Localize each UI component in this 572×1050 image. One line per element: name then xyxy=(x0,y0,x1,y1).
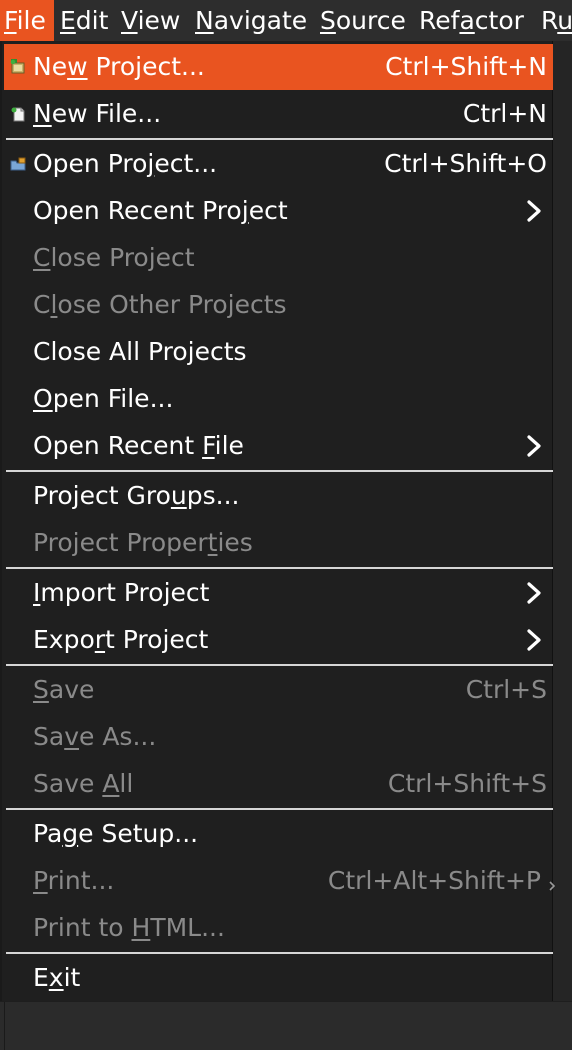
menu-item-label: Page Setup... xyxy=(33,819,199,848)
mnemonic-char: N xyxy=(33,99,52,128)
mnemonic-char: E xyxy=(60,6,76,35)
menu-item-export-project[interactable]: Export Project xyxy=(4,617,553,663)
menu-item-save-as: Save As... xyxy=(4,714,553,760)
menu-item-label: Import Project xyxy=(33,578,210,607)
open-project-icon xyxy=(10,156,27,173)
menu-item-label: Export Project xyxy=(33,625,209,654)
menu-item-label: Exit xyxy=(33,963,81,992)
menu-item-open-file[interactable]: Open File... xyxy=(4,376,553,422)
submenu-arrow-icon xyxy=(523,628,545,652)
truncated-arrow-icon xyxy=(549,876,556,891)
menu-separator xyxy=(6,470,553,472)
menu-item-open-project[interactable]: Open Project... Ctrl+Shift+O xyxy=(4,141,553,187)
menu-separator xyxy=(6,664,553,666)
mnemonic-char: w xyxy=(67,52,88,81)
menu-item-open-recent-project[interactable]: Open Recent Project xyxy=(4,188,553,234)
menu-item-project-properties: Project Properties xyxy=(4,520,553,566)
mnemonic-char: C xyxy=(33,243,51,272)
menu-navigate[interactable]: Navigate xyxy=(195,0,319,41)
menu-item-save: Save Ctrl+S xyxy=(4,667,553,713)
submenu-arrow-icon xyxy=(523,581,545,605)
menu-view[interactable]: View xyxy=(121,0,193,41)
mnemonic-char: N xyxy=(195,6,214,35)
mnemonic-char: I xyxy=(33,578,41,607)
menu-item-label: Project Properties xyxy=(33,528,253,557)
menu-separator xyxy=(6,952,553,954)
editor-area xyxy=(0,1001,572,1050)
mnemonic-char: A xyxy=(102,769,120,798)
menu-item-print-to-html: Print to HTML... xyxy=(4,905,553,951)
mnemonic-char: l xyxy=(50,290,58,319)
menu-item-label: Print... xyxy=(33,866,115,895)
menu-item-label: Open Recent File xyxy=(33,431,244,460)
mnemonic-char: a xyxy=(459,6,475,35)
menu-file[interactable]: File xyxy=(0,0,54,41)
menu-item-exit[interactable]: Exit xyxy=(4,955,553,1001)
menu-item-label: Close All Projects xyxy=(33,337,247,366)
menu-ru[interactable]: Ru xyxy=(541,0,572,41)
menu-item-page-setup[interactable]: Page Setup... xyxy=(4,811,553,857)
menu-bar: File Edit View Navigate Source Refactor Ru xyxy=(0,0,572,41)
menu-item-close-all-projects[interactable]: Close All Projects xyxy=(4,329,553,375)
menu-item-open-recent-file[interactable]: Open Recent File xyxy=(4,423,553,469)
menu-source[interactable]: Source xyxy=(320,0,417,41)
menu-item-project-groups[interactable]: Project Groups... xyxy=(4,473,553,519)
mnemonic-char: u xyxy=(170,481,187,510)
menu-separator xyxy=(6,808,553,810)
menu-item-label: Save All xyxy=(33,769,134,798)
new-project-icon xyxy=(10,59,27,76)
menu-item-label: Save xyxy=(33,675,95,704)
mnemonic-char: x xyxy=(48,963,64,992)
file-menu-dropdown: New Project... Ctrl+Shift+N New File... Ctr… xyxy=(0,41,556,1001)
new-file-icon xyxy=(10,106,27,123)
menu-item-label: New Project... xyxy=(33,52,205,81)
window-background xyxy=(553,41,572,1049)
menu-separator xyxy=(6,138,553,140)
menu-item-label: Project Groups... xyxy=(33,481,240,510)
menu-item-close-other-projects: Close Other Projects xyxy=(4,282,553,328)
mnemonic-char: F xyxy=(202,431,215,460)
shortcut-text: Ctrl+N xyxy=(462,99,547,128)
mnemonic-char: S xyxy=(320,6,336,35)
menu-item-new-project[interactable]: New Project... Ctrl+Shift+N xyxy=(4,44,553,90)
mnemonic-char: g xyxy=(62,819,79,848)
mnemonic-char: j xyxy=(147,149,155,178)
menu-item-import-project[interactable]: Import Project xyxy=(4,570,553,616)
menu-refactor[interactable]: Refactor xyxy=(419,0,537,41)
submenu-arrow-icon xyxy=(523,434,545,458)
mnemonic-char: v xyxy=(64,722,79,751)
menu-separator xyxy=(6,567,553,569)
mnemonic-char: r xyxy=(94,625,106,654)
shortcut-text: Ctrl+Shift+S xyxy=(387,769,547,798)
menu-item-new-file[interactable]: New File... Ctrl+N xyxy=(4,91,553,137)
menu-item-label: Close Other Projects xyxy=(33,290,287,319)
menu-item-label: Save As... xyxy=(33,722,157,751)
menu-edit[interactable]: Edit xyxy=(60,0,120,41)
mnemonic-char: j xyxy=(241,196,249,225)
mnemonic-char: u xyxy=(557,6,572,35)
mnemonic-char: t xyxy=(207,528,218,557)
mnemonic-char: F xyxy=(4,6,17,35)
mnemonic-char: S xyxy=(33,675,49,704)
menu-item-label: Print to HTML... xyxy=(33,913,225,942)
menu-item-label: Open Recent Project xyxy=(33,196,288,225)
menu-item-label: Open Project... xyxy=(33,149,218,178)
menu-item-close-project: Close Project xyxy=(4,235,553,281)
shortcut-text: Ctrl+Shift+N xyxy=(385,52,547,81)
shortcut-text: Ctrl+Shift+O xyxy=(384,149,547,178)
menu-item-label: Close Project xyxy=(33,243,195,272)
mnemonic-char: V xyxy=(121,6,138,35)
mnemonic-char: O xyxy=(33,384,53,413)
menu-item-print: Print... Ctrl+Alt+Shift+P xyxy=(4,858,556,904)
menu-item-label: New File... xyxy=(33,99,162,128)
menu-item-label: Open File... xyxy=(33,384,174,413)
mnemonic-char: H xyxy=(131,913,151,942)
shortcut-text: Ctrl+Alt+Shift+P xyxy=(327,866,541,895)
mnemonic-char: P xyxy=(33,866,48,895)
shortcut-text: Ctrl+S xyxy=(465,675,547,704)
submenu-arrow-icon xyxy=(523,199,545,223)
menu-item-save-all: Save All Ctrl+Shift+S xyxy=(4,761,553,807)
